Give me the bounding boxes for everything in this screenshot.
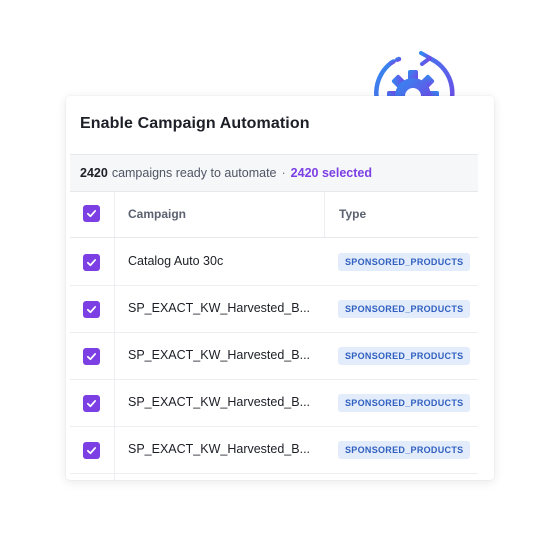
campaign-name: SP_EXACT_KW_Harvested_B... <box>128 348 311 362</box>
type-badge: SPONSORED_PRODUCTS <box>338 394 471 412</box>
campaign-name: SP_EXACT_KW_Harvested_B... <box>128 442 311 456</box>
checkmark-icon <box>86 210 97 218</box>
type-badge: SPONSORED_PRODUCTS <box>338 347 471 365</box>
select-all-checkbox[interactable] <box>83 205 100 222</box>
row-checkbox[interactable] <box>83 348 100 365</box>
row-checkbox[interactable] <box>83 301 100 318</box>
row-checkbox[interactable] <box>83 395 100 412</box>
campaign-table: Campaign Type Catalog Auto 30c SPONSORED… <box>70 192 478 480</box>
stage: Enable Campaign Automation 2420 campaign… <box>0 0 560 553</box>
checkmark-icon <box>86 400 97 408</box>
table-row[interactable]: SP_EXACT_KW_Harvested_B... SPONSORED_PRO… <box>70 333 478 380</box>
column-header-campaign[interactable]: Campaign <box>128 207 186 221</box>
checkmark-icon <box>86 353 97 361</box>
type-badge: SPONSORED_PRODUCTS <box>338 441 471 459</box>
campaign-name: Catalog Auto 30c <box>128 254 224 268</box>
selected-count: 2420 selected <box>290 166 372 180</box>
type-badge: SPONSORED_PRODUCTS <box>338 300 471 318</box>
column-header-type[interactable]: Type <box>339 207 366 221</box>
checkmark-icon <box>86 259 97 267</box>
campaign-name: SP_EXACT_KW_Harvested_B... <box>128 301 311 315</box>
campaign-count: 2420 <box>80 166 108 180</box>
automation-dialog: Enable Campaign Automation 2420 campaign… <box>66 96 494 480</box>
table-row[interactable]: SP_EXACT_KW_Harvested_B... SPONSORED_PRO… <box>70 427 478 474</box>
table-row[interactable]: Catalog Auto 30c SPONSORED_PRODUCTS <box>70 239 478 286</box>
summary-separator: · <box>281 166 286 180</box>
table-row[interactable]: SP_EXACT_KW_Harvested_B... SPONSORED_PRO… <box>70 380 478 427</box>
type-badge: SPONSORED_PRODUCTS <box>338 253 471 271</box>
dialog-title: Enable Campaign Automation <box>80 115 310 132</box>
campaign-name: SP_EXACT_KW_Harvested_B... <box>128 395 311 409</box>
checkmark-icon <box>86 447 97 455</box>
summary-text: campaigns ready to automate <box>111 166 277 180</box>
row-checkbox[interactable] <box>83 254 100 271</box>
table-row[interactable]: SP_EXACT_KW_Harvested_B... SPONSORED_PRO… <box>70 286 478 333</box>
selection-summary: 2420 campaigns ready to automate · 2420 … <box>70 154 478 192</box>
checkmark-icon <box>86 306 97 314</box>
row-checkbox[interactable] <box>83 442 100 459</box>
table-header: Campaign Type <box>70 192 478 238</box>
